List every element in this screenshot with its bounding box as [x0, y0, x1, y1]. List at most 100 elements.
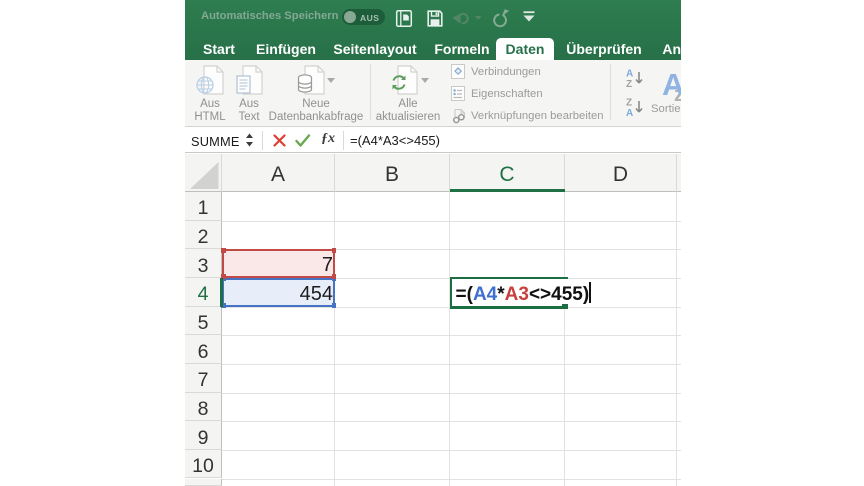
column-header-d[interactable]: D [565, 154, 677, 192]
svg-text:Z: Z [626, 98, 632, 109]
undo-icon[interactable] [451, 7, 471, 29]
formula-token: A4 [472, 284, 498, 306]
autosave-label: Automatisches Speichern [201, 10, 339, 22]
referenced-cell-a4[interactable]: 454 [221, 276, 336, 308]
row-header-6[interactable]: 6 [185, 335, 222, 364]
insert-function-icon[interactable]: ƒx [321, 131, 335, 147]
row-header-label: 9 [197, 426, 209, 449]
tab-ueberpruefen[interactable]: Überprüfen [566, 41, 641, 57]
new-database-query-icon [297, 65, 325, 95]
gridline [222, 335, 681, 337]
svg-text:A: A [662, 67, 681, 102]
row-header-4[interactable]: 4 [185, 277, 222, 307]
tab-start[interactable]: Start [203, 41, 235, 57]
row-header-label: 8 [197, 397, 209, 420]
from-html-icon [196, 65, 224, 95]
formula-token: =( [455, 284, 473, 306]
save-icon[interactable] [425, 7, 445, 29]
gridline [222, 392, 681, 394]
row-header-label: 10 [192, 455, 214, 478]
gridline [564, 192, 565, 486]
row-header-10[interactable]: 10 [185, 449, 222, 479]
formula-bar-separator-1 [262, 131, 263, 150]
referenced-cell-a3[interactable]: 7 [221, 248, 336, 279]
row-header-9[interactable]: 9 [185, 421, 222, 450]
redo-icon[interactable] [490, 7, 510, 29]
edit-cell-border [450, 276, 568, 280]
ribbon: Aus HTML Aus Text Neue Datenbankabfrage … [185, 60, 681, 127]
from-html-label: Aus HTML [194, 98, 226, 123]
toolbar-options-icon[interactable] [522, 11, 542, 33]
tab-daten[interactable]: Daten [506, 41, 545, 57]
gridline [449, 192, 450, 486]
gridline [222, 421, 681, 423]
row-header-11[interactable] [185, 478, 222, 486]
enter-icon[interactable] [295, 134, 311, 147]
properties-icon [451, 86, 465, 101]
edit-cell-formula[interactable]: =(A4*A3<>455) [456, 282, 592, 306]
fill-handle [221, 248, 226, 253]
tab-formeln[interactable]: Formeln [434, 41, 489, 57]
tab-einfuegen[interactable]: Einfügen [256, 41, 316, 57]
edit-links-label: Verknüpfungen bearbeiten [471, 110, 604, 122]
row-header-label: 2 [197, 225, 209, 248]
row-header-5[interactable]: 5 [185, 306, 222, 336]
row-header-2[interactable]: 2 [185, 220, 222, 250]
undo-dropdown-caret[interactable] [474, 15, 483, 21]
row-header-label: 7 [197, 369, 209, 392]
spreadsheet-grid[interactable]: A B C D 1 2 3 4 5 6 7 8 9 10 454 7 =(A4*A3<>455) [185, 154, 681, 486]
ribbon-separator-1 [370, 64, 371, 120]
select-all-corner[interactable] [185, 154, 222, 192]
name-box[interactable]: SUMME [191, 134, 240, 149]
text-cursor [589, 282, 592, 304]
properties-label: Eigenschaften [471, 88, 543, 100]
gridline [222, 363, 681, 365]
from-text-icon [236, 65, 263, 95]
svg-text:A: A [626, 108, 633, 117]
toggle-knob [344, 11, 356, 23]
formula-bar: SUMME ƒx =(A4*A3<>455) [185, 128, 681, 153]
formula-token: <>455) [528, 284, 590, 306]
column-header-label: C [499, 163, 515, 186]
name-box-stepper[interactable] [245, 132, 254, 148]
formula-token: A3 [504, 284, 529, 306]
gridline [222, 478, 681, 480]
sort-za-icon: Z A [626, 98, 643, 117]
tab-seitenlayout[interactable]: Seitenlayout [333, 41, 416, 57]
excel-window: Automatisches Speichern AUS Start Einfüg… [185, 0, 681, 486]
column-header-c[interactable]: C [450, 154, 565, 192]
row-header-label: 4 [197, 283, 209, 306]
edit-cell-border [450, 306, 565, 309]
ribbon-tabs: Start Einfügen Seitenlayout Formeln Date… [185, 36, 681, 60]
row-header-label: 3 [197, 254, 209, 277]
gridline [222, 220, 681, 222]
cancel-icon[interactable] [273, 134, 286, 147]
workbook-icon[interactable] [394, 7, 414, 29]
column-header-b[interactable]: B [335, 154, 450, 192]
edit-cell-border [450, 276, 453, 309]
ribbon-separator-2 [610, 64, 611, 120]
sort-label: Sortieren [651, 103, 681, 115]
selected-column-indicator [450, 189, 565, 192]
column-header-label: D [612, 163, 629, 186]
sort-big-icon: z A [662, 67, 681, 104]
formula-bar-input[interactable]: =(A4*A3<>455) [350, 133, 440, 148]
tab-ansicht[interactable]: Ansicht [662, 41, 681, 57]
from-text-label: Aus Text [238, 98, 260, 123]
formula-bar-separator-2 [343, 131, 344, 150]
svg-text:Z: Z [626, 79, 632, 88]
row-header-8[interactable]: 8 [185, 392, 222, 422]
autosave-toggle[interactable]: AUS [342, 9, 385, 25]
row-header-7[interactable]: 7 [185, 363, 222, 393]
column-header-e[interactable] [677, 154, 681, 192]
column-header-a[interactable]: A [222, 154, 335, 192]
row-header-1[interactable]: 1 [185, 192, 222, 221]
column-header-label: A [270, 163, 285, 186]
row-header-3[interactable]: 3 [185, 249, 222, 278]
connections-icon [451, 64, 465, 79]
fill-handle [331, 274, 336, 279]
formula-token: * [497, 284, 505, 306]
row-header-label: 5 [197, 311, 209, 334]
column-header-label: B [384, 163, 399, 186]
gridline [334, 192, 335, 486]
